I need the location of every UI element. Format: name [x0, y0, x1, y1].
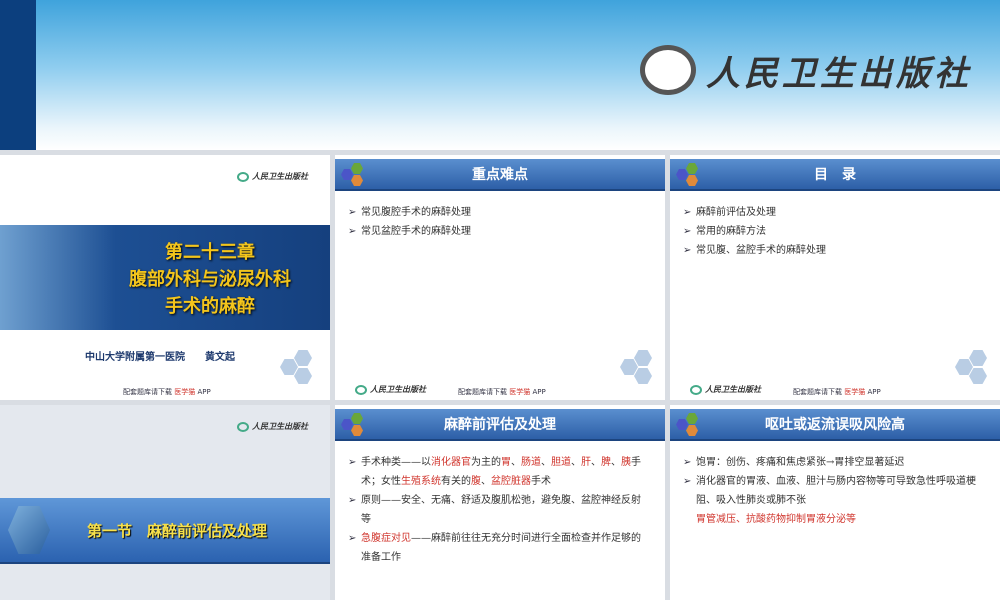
logo-text: 人民卫生出版社 — [370, 384, 426, 395]
footer-prefix: 配套题库请下载 — [793, 388, 842, 396]
footer-suffix: APP — [867, 388, 880, 396]
slide-title: 呕吐或返流误吸风险高 — [765, 414, 905, 434]
hexagon-decoration — [955, 350, 995, 390]
slide-thumbnail-key-points[interactable]: 重点难点 常见腹腔手术的麻醉处理常见盆腔手术的麻醉处理 人民卫生出版社 配套题库… — [335, 155, 665, 400]
small-logo: 人民卫生出版社 — [355, 384, 426, 395]
title-line: 第二十三章 — [90, 239, 330, 266]
institution: 中山大学附属第一医院 — [85, 352, 185, 363]
footer-prefix: 配套题库请下载 — [123, 388, 172, 396]
small-logo: 人民卫生出版社 — [690, 384, 761, 395]
slide-thumbnail-preop[interactable]: 麻醉前评估及处理 手术种类——以消化器官为主的胃、肠道、胆道、肝、脾、胰手术；女… — [335, 405, 665, 600]
list-item: 常见盆腔手术的麻醉处理 — [361, 222, 665, 241]
list-item: 原则——安全、无痛、舒适及腹肌松弛，避免腹、盆腔神经反射等 — [361, 491, 665, 529]
hexagon-decoration — [620, 350, 660, 390]
footer-suffix: APP — [197, 388, 210, 396]
publisher-emblem-icon — [640, 45, 696, 95]
slide-header: 麻醉前评估及处理 — [335, 409, 665, 441]
banner-strip — [0, 0, 36, 150]
emblem-icon — [690, 385, 702, 395]
logo-text: 人民卫生出版社 — [252, 171, 308, 182]
list-item: 麻醉前评估及处理 — [696, 203, 1000, 222]
list-item: 手术种类——以消化器官为主的胃、肠道、胆道、肝、脾、胰手术；女性生殖系统有关的腹… — [361, 453, 665, 491]
publisher-logo: 人民卫生出版社 — [640, 45, 972, 95]
top-banner: 人民卫生出版社 — [0, 0, 1000, 150]
author: 黄文起 — [205, 352, 235, 363]
note-item: 胃管减压、抗酸药物抑制胃液分泌等 — [696, 510, 1000, 529]
footer-app: 医学猫 — [844, 388, 865, 396]
author-line: 中山大学附属第一医院 黄文起 — [85, 348, 235, 363]
footer-app: 医学猫 — [509, 388, 530, 396]
list-item: 消化器官的胃液、血液、胆汁与肠内容物等可导致急性呼吸道梗阻、吸入性肺炎或肺不张 — [696, 472, 1000, 510]
slide-title: 重点难点 — [472, 164, 528, 184]
emblem-icon — [237, 172, 249, 182]
slide-header: 目 录 — [670, 159, 1000, 191]
small-logo: 人民卫生出版社 — [237, 171, 308, 182]
emblem-icon — [355, 385, 367, 395]
slide-thumbnail-section[interactable]: 人民卫生出版社 第一节 麻醉前评估及处理 — [0, 405, 330, 600]
slide-title: 麻醉前评估及处理 — [444, 414, 556, 434]
slide-thumbnail-contents[interactable]: 目 录 麻醉前评估及处理常用的麻醉方法常见腹、盆腔手术的麻醉处理 人民卫生出版社… — [670, 155, 1000, 400]
hexagon-icon — [676, 412, 706, 438]
list-item: 常见腹、盆腔手术的麻醉处理 — [696, 241, 1000, 260]
slide-header: 重点难点 — [335, 159, 665, 191]
slide-title: 目 录 — [814, 164, 856, 184]
emblem-icon — [237, 422, 249, 432]
footer-app: 医学猫 — [174, 388, 195, 396]
hexagon-icon — [676, 162, 706, 188]
logo-text: 人民卫生出版社 — [705, 384, 761, 395]
publisher-name: 人民卫生出版社 — [706, 46, 972, 95]
list-item: 急腹症对见——麻醉前往往无充分时间进行全面检查并作足够的准备工作 — [361, 529, 665, 567]
hexagon-icon — [341, 162, 371, 188]
hexagon-decoration — [280, 350, 320, 390]
footer-suffix: APP — [532, 388, 545, 396]
footer-note: 配套题库请下载 医学猫 APP — [123, 387, 211, 397]
slide-thumbnail-cover[interactable]: 人民卫生出版社 第二十三章腹部外科与泌尿外科手术的麻醉 中山大学附属第一医院 黄… — [0, 155, 330, 400]
logo-text: 人民卫生出版社 — [252, 421, 308, 432]
list-item: 常见腹腔手术的麻醉处理 — [361, 203, 665, 222]
list-item: 常用的麻醉方法 — [696, 222, 1000, 241]
list-item: 饱胃：创伤、疼痛和焦虑紧张→胃排空显著延迟 — [696, 453, 1000, 472]
slide-thumbnail-aspiration[interactable]: 呕吐或返流误吸风险高 饱胃：创伤、疼痛和焦虑紧张→胃排空显著延迟 消化器官的胃液… — [670, 405, 1000, 600]
footer-prefix: 配套题库请下载 — [458, 388, 507, 396]
slide-header: 呕吐或返流误吸风险高 — [670, 409, 1000, 441]
footer-note: 配套题库请下载 医学猫 APP — [458, 387, 546, 397]
title-line: 手术的麻醉 — [90, 293, 330, 320]
section-band: 第一节 麻醉前评估及处理 — [0, 498, 330, 564]
section-image — [8, 506, 50, 554]
title-line: 腹部外科与泌尿外科 — [90, 266, 330, 293]
section-title: 第一节 麻醉前评估及处理 — [87, 520, 267, 541]
title-band: 第二十三章腹部外科与泌尿外科手术的麻醉 — [0, 225, 330, 330]
small-logo: 人民卫生出版社 — [237, 421, 308, 432]
hexagon-icon — [341, 412, 371, 438]
footer-note: 配套题库请下载 医学猫 APP — [793, 387, 881, 397]
